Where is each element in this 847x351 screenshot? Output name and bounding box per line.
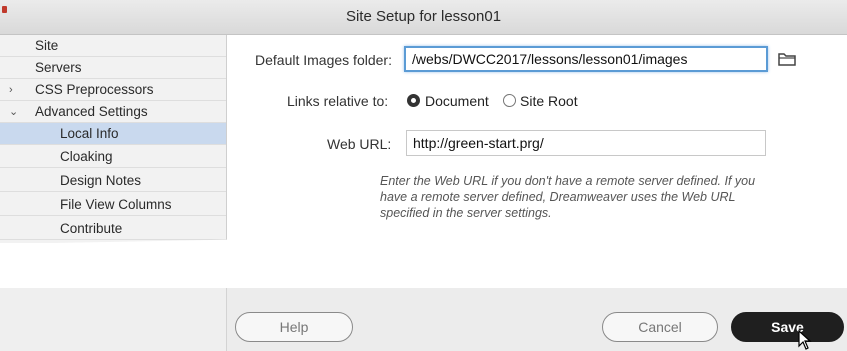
window-title: Site Setup for lesson01 bbox=[345, 8, 502, 25]
sidebar-item-label: Servers bbox=[35, 60, 82, 75]
sidebar-item-css-preprocessors[interactable]: › CSS Preprocessors bbox=[0, 79, 226, 101]
hint-line: have a remote server defined, Dreamweave… bbox=[380, 190, 736, 204]
folder-icon[interactable] bbox=[778, 52, 796, 66]
web-url-label: Web URL: bbox=[327, 136, 392, 152]
window-control-dot[interactable] bbox=[2, 6, 7, 13]
sidebar-item-label: Contribute bbox=[60, 221, 123, 236]
images-folder-field[interactable]: /webs/DWCC2017/lessons/lesson01/images bbox=[404, 46, 768, 72]
sidebar-item-site[interactable]: Site bbox=[0, 35, 226, 57]
sidebar-item-design-notes[interactable]: Design Notes bbox=[0, 170, 226, 192]
sidebar-item-contribute[interactable]: Contribute bbox=[0, 218, 226, 240]
sidebar-item-cloaking[interactable]: Cloaking bbox=[0, 146, 226, 168]
pointer-cursor-icon bbox=[798, 330, 812, 350]
sidebar-item-label: Site bbox=[35, 38, 59, 53]
sidebar-item-servers[interactable]: Servers bbox=[0, 57, 226, 79]
images-folder-label: Default Images folder: bbox=[255, 52, 392, 68]
radio-document-label[interactable]: Document bbox=[425, 93, 489, 109]
sidebar-item-file-view-columns[interactable]: File View Columns bbox=[0, 194, 226, 216]
hint-line: Enter the Web URL if you don't have a re… bbox=[380, 174, 756, 188]
sidebar-item-label: CSS Preprocessors bbox=[35, 82, 154, 97]
hint-line: specified in the server settings. bbox=[380, 206, 552, 220]
links-relative-label: Links relative to: bbox=[287, 93, 389, 109]
sidebar-item-local-info[interactable]: Local Info bbox=[0, 123, 226, 145]
help-button[interactable]: Help bbox=[235, 312, 353, 342]
sidebar-lower bbox=[0, 288, 227, 351]
title-bar: Site Setup for lesson01 bbox=[0, 0, 847, 35]
sidebar-item-label: Local Info bbox=[60, 126, 119, 141]
radio-site-root[interactable] bbox=[503, 94, 516, 107]
radio-site-root-label[interactable]: Site Root bbox=[520, 93, 578, 109]
chevron-right-icon[interactable]: › bbox=[9, 79, 13, 101]
sidebar-item-label: Advanced Settings bbox=[35, 104, 148, 119]
save-button[interactable]: Save bbox=[731, 312, 844, 342]
chevron-down-icon[interactable]: ⌄ bbox=[9, 101, 18, 123]
radio-document[interactable] bbox=[407, 94, 420, 107]
sidebar-item-label: Cloaking bbox=[60, 149, 113, 164]
sidebar-item-label: Design Notes bbox=[60, 173, 142, 188]
web-url-field[interactable]: http://green-start.prg/ bbox=[406, 130, 766, 156]
category-sidebar: Site Servers › CSS Preprocessors ⌄ Advan… bbox=[0, 35, 227, 243]
sidebar-item-label: File View Columns bbox=[60, 197, 172, 212]
sidebar-item-advanced-settings[interactable]: ⌄ Advanced Settings bbox=[0, 101, 226, 123]
web-url-hint: Enter the Web URL if you don't have a re… bbox=[380, 173, 790, 221]
cancel-button[interactable]: Cancel bbox=[602, 312, 718, 342]
